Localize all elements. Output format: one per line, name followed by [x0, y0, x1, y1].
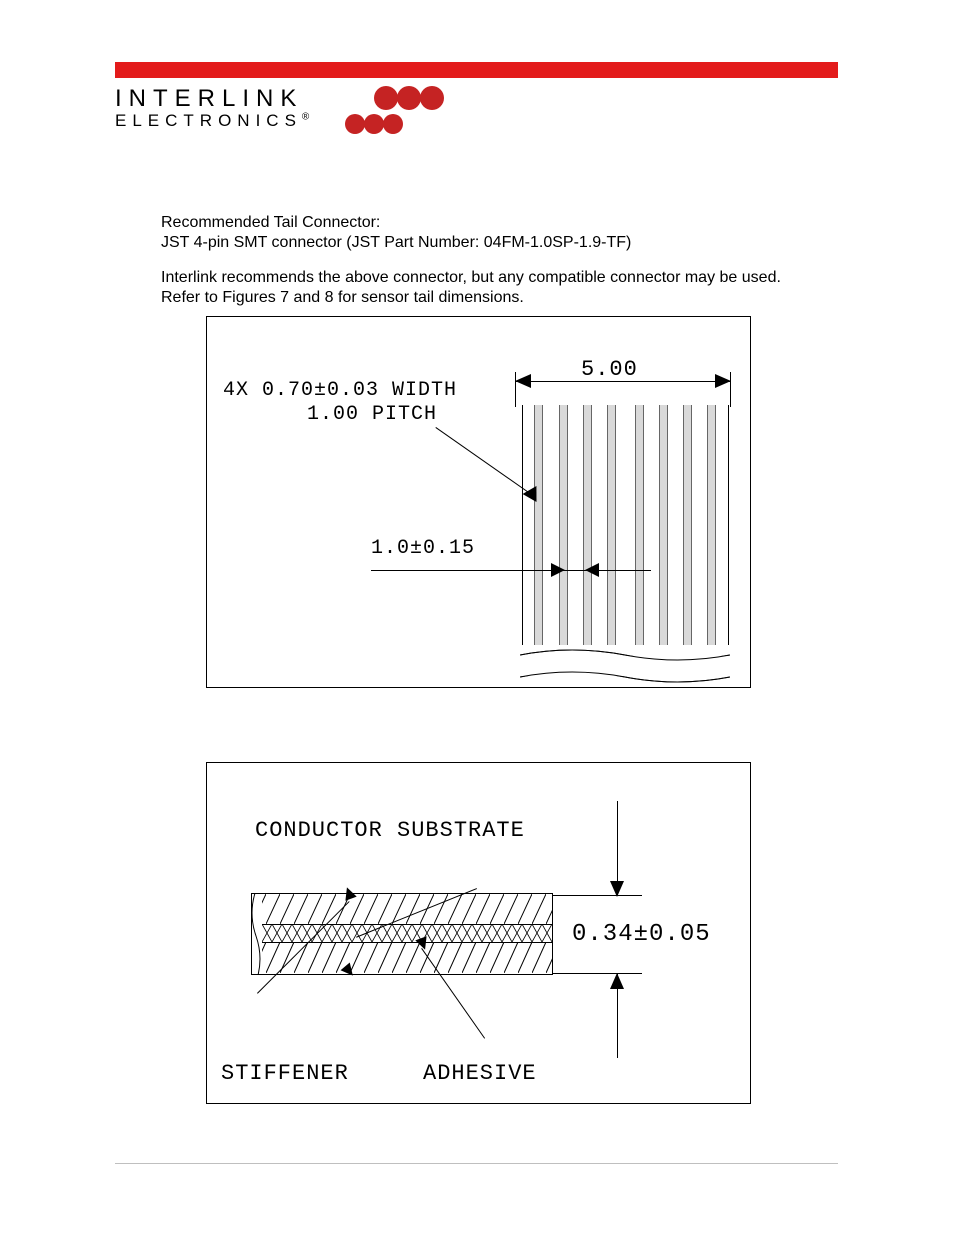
paragraph1-line1: Recommended Tail Connector: [161, 214, 380, 231]
figure-tail-cross-section: CONDUCTOR SUBSTRATE STIFFENER ADHESIVE 0… [206, 762, 751, 1104]
fig1-trace [534, 405, 543, 685]
fig1-pitch-label: 1.00 PITCH [307, 403, 437, 426]
fig2-adhesive-label: ADHESIVE [423, 1061, 537, 1086]
fig1-trace [583, 405, 592, 685]
fig2-break-edge [251, 893, 262, 975]
fig2-thickness: 0.34±0.05 [572, 921, 711, 948]
fig1-dim-line [515, 381, 731, 382]
fig2-ext-line-bottom [552, 973, 642, 974]
fig1-spacing: 1.0±0.15 [371, 537, 475, 560]
fig1-spacing-line-right [600, 570, 650, 571]
fig2-cross-section [251, 893, 553, 975]
figure-tail-top-view: 4X 0.70±0.03 WIDTH 1.00 PITCH 5.00 1.0±0… [206, 316, 751, 688]
fig2-layer-adhesive [252, 924, 552, 943]
fig1-trace [559, 405, 568, 685]
fig2-conductor-substrate-label: CONDUCTOR SUBSTRATE [255, 818, 525, 843]
arrow-right-icon [715, 374, 731, 388]
paragraph-recommendation: Interlink recommends the above connector… [161, 268, 831, 308]
logo-line2-text: ELECTRONICS [115, 111, 302, 130]
logo-dots-top [375, 86, 444, 115]
logo-registered: ® [302, 111, 309, 122]
fig2-layer-stiffener [252, 942, 552, 973]
fig1-trace [607, 405, 616, 685]
logo-line1: INTERLINK [115, 85, 309, 113]
paragraph1-line2: JST 4-pin SMT connector (JST Part Number… [161, 234, 631, 251]
logo-line2: ELECTRONICS® [115, 111, 309, 131]
fig1-break-symbol [520, 645, 730, 687]
logo-dots-bottom [346, 114, 403, 139]
footer-rule [115, 1163, 838, 1164]
fig1-overall-width: 5.00 [581, 357, 638, 382]
arrow-up-icon [610, 973, 624, 989]
fig1-trace [707, 405, 716, 685]
arrow-left-icon [585, 563, 599, 577]
fig1-trace [635, 405, 644, 685]
fig2-layer-conductor [252, 894, 552, 925]
paragraph-connector: Recommended Tail Connector: JST 4-pin SM… [161, 213, 811, 253]
fig1-ext-line-left [515, 372, 516, 407]
fig1-trace [659, 405, 668, 685]
arrow-right-icon [551, 563, 565, 577]
paragraph2-line2: Refer to Figures 7 and 8 for sensor tail… [161, 289, 524, 306]
paragraph2-line1: Interlink recommends the above connector… [161, 269, 781, 286]
fig2-ext-line-top [552, 895, 642, 896]
header-accent-bar [115, 62, 838, 78]
fig1-ext-line-right [730, 372, 731, 407]
arrow-left-icon [515, 374, 531, 388]
fig1-trace [683, 405, 692, 685]
company-logo: INTERLINK ELECTRONICS® [115, 85, 309, 131]
fig1-width-label: 4X 0.70±0.03 WIDTH [223, 379, 457, 402]
fig2-stiffener-label: STIFFENER [221, 1061, 349, 1086]
fig1-leader-line [435, 427, 534, 497]
page: INTERLINK ELECTRONICS® Recommended Tail … [0, 0, 954, 1235]
fig1-tail-outline [522, 405, 729, 685]
